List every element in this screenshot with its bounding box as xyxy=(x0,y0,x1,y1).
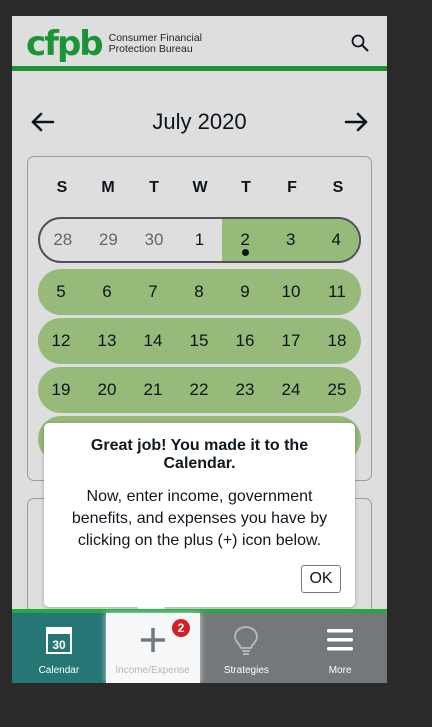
nav-label: Income/Expense xyxy=(115,665,190,676)
svg-text:30: 30 xyxy=(52,638,66,652)
nav-label: Strategies xyxy=(223,665,269,676)
app-screen: cfpb Consumer Financial Protection Burea… xyxy=(12,16,387,683)
tooltip-title: Great job! You made it to the Calendar. xyxy=(90,437,309,472)
bottom-navigation: 30 Calendar Income/Expense Strategies Mo… xyxy=(12,613,387,683)
calendar-icon: 30 xyxy=(45,627,72,654)
notification-badge: 2 xyxy=(172,619,190,637)
tooltip-body: Now, enter income, government benefits, … xyxy=(71,488,328,549)
nav-calendar[interactable]: 30 Calendar xyxy=(12,613,106,683)
nav-more[interactable]: More xyxy=(293,613,387,683)
onboarding-tooltip: Great job! You made it to the Calendar. … xyxy=(44,423,355,607)
ok-button[interactable]: OK xyxy=(301,565,341,593)
nav-label: More xyxy=(328,665,352,676)
lightbulb-icon xyxy=(234,625,259,655)
menu-icon xyxy=(327,629,354,651)
nav-strategies[interactable]: Strategies xyxy=(200,613,294,683)
plus-icon xyxy=(140,628,165,652)
nav-label: Calendar xyxy=(38,665,80,676)
